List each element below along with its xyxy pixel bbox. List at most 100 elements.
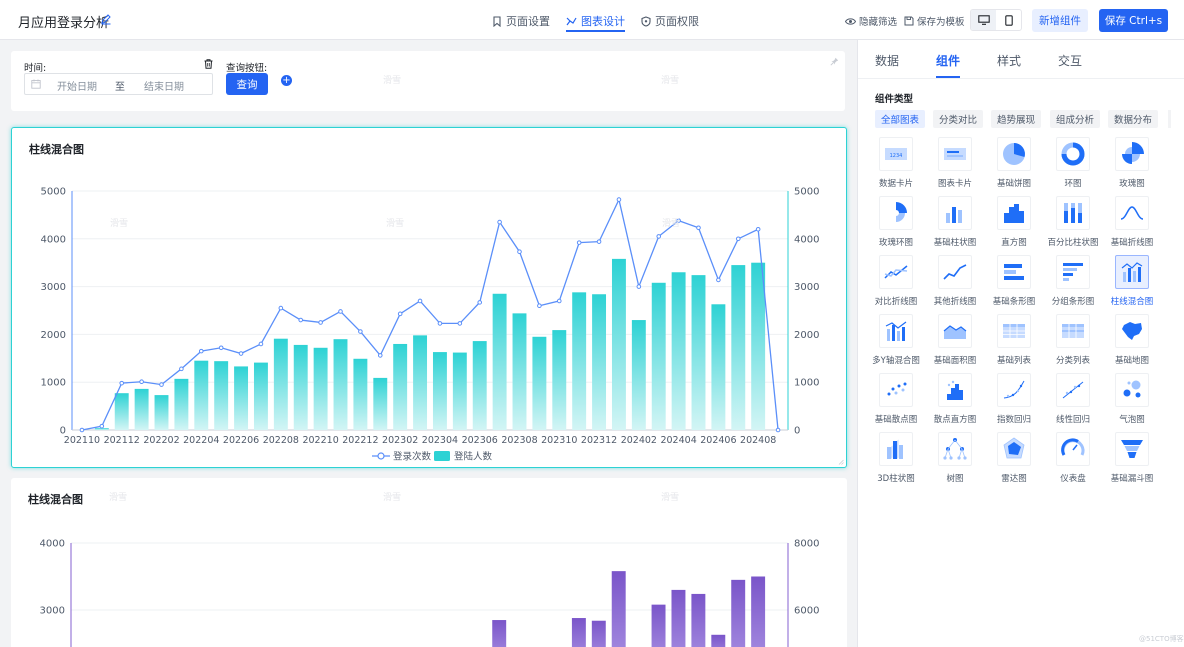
filter-card: 时间: 开始日期 至 结束日期 查询按钮: 查询 + 滑雪 滑雪 [11, 51, 845, 111]
component-bar-chart[interactable]: 基础柱状图 [926, 196, 984, 254]
component-scatter-histogram[interactable]: 散点直方图 [926, 373, 984, 431]
component-other-line[interactable]: 其他折线图 [926, 255, 984, 313]
panel-tab-interaction[interactable]: 交互 [1058, 52, 1082, 69]
component-radar[interactable]: 雷达图 [985, 432, 1043, 490]
hide-filter-button[interactable]: 隐藏筛选 [845, 14, 897, 28]
trash-icon[interactable] [204, 59, 213, 69]
bar [631, 320, 646, 430]
desktop-view-button[interactable] [971, 10, 996, 30]
component-funnel[interactable]: 基础漏斗图 [1103, 432, 1161, 490]
bar [313, 347, 328, 430]
save-template-label: 保存为模板 [917, 17, 965, 28]
line-point [477, 300, 483, 305]
component-label: 玫瑰环图 [878, 238, 913, 248]
save-button[interactable]: 保存 Ctrl+s [1099, 9, 1168, 32]
x-tick-label: 202312 [581, 435, 617, 446]
top-bar: 月应用登录分析 页面设置 图表设计 页面权限 隐藏筛选 保存为模板 新增组件 保… [0, 0, 1184, 40]
component-label: 仪表盘 [1060, 474, 1086, 484]
component-thumbnail [1115, 432, 1149, 466]
component-map[interactable]: 基础地图 [1103, 314, 1161, 372]
component-label: 其他折线图 [933, 297, 977, 307]
component-line-chart[interactable]: 基础折线图 [1103, 196, 1161, 254]
bar [751, 262, 766, 430]
component-table[interactable]: 基础列表 [985, 314, 1043, 372]
component-bar-3d[interactable]: 3D柱状图 [867, 432, 925, 490]
component-thumbnail: 1234 [879, 137, 913, 171]
line-point [159, 382, 164, 387]
tab-page-permissions[interactable]: 页面权限 [641, 13, 699, 29]
component-linear-regression[interactable]: 线性回归 [1044, 373, 1102, 431]
component-thumbnail [1056, 137, 1090, 171]
chart-card-1[interactable]: 柱线混合图 0 1000 2000 3000 4000 5000 0 1000 2000 3000… [11, 127, 847, 468]
component-grouped-hbar[interactable]: 分组条形图 [1044, 255, 1102, 313]
tab-chart-design[interactable]: 图表设计 [566, 13, 625, 32]
component-donut-chart[interactable]: 环图 [1044, 137, 1102, 195]
component-grouped-table[interactable]: 分类列表 [1044, 314, 1102, 372]
component-pie-chart[interactable]: 基础饼图 [985, 137, 1043, 195]
panel-tab-style[interactable]: 样式 [997, 52, 1021, 69]
component-rose-chart[interactable]: 玫瑰图 [1103, 137, 1161, 195]
bar [532, 336, 547, 430]
data-card-icon: 1234 [885, 148, 907, 160]
save-template-button[interactable]: 保存为模板 [904, 14, 965, 28]
x-tick-label: 202404 [660, 435, 696, 446]
add-filter-icon[interactable]: + [281, 75, 292, 86]
component-multi-y[interactable]: 多Y轴混合图 [867, 314, 925, 372]
filter-pill-all[interactable]: 全部图表 [875, 110, 926, 128]
chart-card-2[interactable]: 柱线混合图 4000 8000 3000 6000 滑雪 滑雪 滑雪 [11, 478, 847, 647]
line-point [79, 427, 85, 433]
component-tree[interactable]: 树图 [926, 432, 984, 490]
shield-icon [641, 15, 651, 27]
component-data-card[interactable]: 1234 数据卡片 [867, 137, 925, 195]
resize-handle-icon[interactable] [838, 459, 844, 465]
svg-text:1234: 1234 [890, 153, 903, 159]
component-exp-regression[interactable]: 指数回归 [985, 373, 1043, 431]
component-thumbnail [1056, 432, 1090, 466]
component-gauge[interactable]: 仪表盘 [1044, 432, 1102, 490]
edit-icon[interactable] [100, 13, 112, 25]
date-range-picker[interactable]: 开始日期 至 结束日期 [24, 73, 213, 95]
component-label: 散点直方图 [933, 415, 977, 425]
x-tick-label: 202304 [422, 435, 458, 446]
bar [691, 593, 706, 647]
filter-pill-trend[interactable]: 趋势展现 [991, 110, 1042, 128]
component-bubble[interactable]: 气泡图 [1103, 373, 1161, 431]
line-point [696, 225, 701, 231]
end-date-input[interactable]: 结束日期 [144, 78, 184, 93]
pin-icon[interactable] [830, 57, 839, 66]
tab-page-settings[interactable]: 页面设置 [492, 13, 550, 29]
component-bar-line-combo[interactable]: 柱线混合图 [1103, 255, 1161, 313]
filter-pill-composition[interactable]: 组成分析 [1050, 110, 1101, 128]
component-thumbnail [997, 255, 1031, 289]
y-left-tick-label: 5000 [41, 187, 66, 198]
component-chart-card[interactable]: 图表卡片 [926, 137, 984, 195]
start-date-input[interactable]: 开始日期 [57, 78, 97, 93]
panel-tab-components[interactable]: 组件 [936, 52, 960, 69]
component-label: 图表卡片 [937, 179, 972, 189]
filter-pill-distribution[interactable]: 数据分布 [1108, 110, 1159, 128]
component-rose-donut[interactable]: 玫瑰环图 [867, 196, 925, 254]
component-thumbnail [997, 314, 1031, 348]
line-point [238, 351, 244, 356]
component-thumbnail [1115, 196, 1149, 230]
bar [611, 571, 626, 647]
gauge-icon [1061, 438, 1085, 456]
component-scatter[interactable]: 基础散点图 [867, 373, 925, 431]
component-hbar-chart[interactable]: 基础条形图 [985, 255, 1043, 313]
component-compare-line[interactable]: 对比折线图 [867, 255, 925, 313]
bar [253, 362, 268, 430]
filter-pill-category[interactable]: 分类对比 [933, 110, 984, 128]
x-tick-label: 202208 [263, 435, 299, 446]
query-button[interactable]: 查询 [226, 73, 268, 95]
histogram-icon [1004, 204, 1024, 223]
component-histogram[interactable]: 直方图 [985, 196, 1043, 254]
line-point [656, 234, 662, 239]
watermark: 滑雪 [661, 76, 680, 86]
panel-tab-data[interactable]: 数据 [875, 52, 899, 69]
mobile-view-button[interactable] [996, 10, 1021, 30]
radar-icon [1003, 437, 1025, 459]
add-component-button[interactable]: 新增组件 [1032, 9, 1088, 32]
component-thumbnail [1056, 255, 1090, 289]
component-area-chart[interactable]: 基础面积图 [926, 314, 984, 372]
component-percent-bar[interactable]: 百分比柱状图 [1044, 196, 1102, 254]
